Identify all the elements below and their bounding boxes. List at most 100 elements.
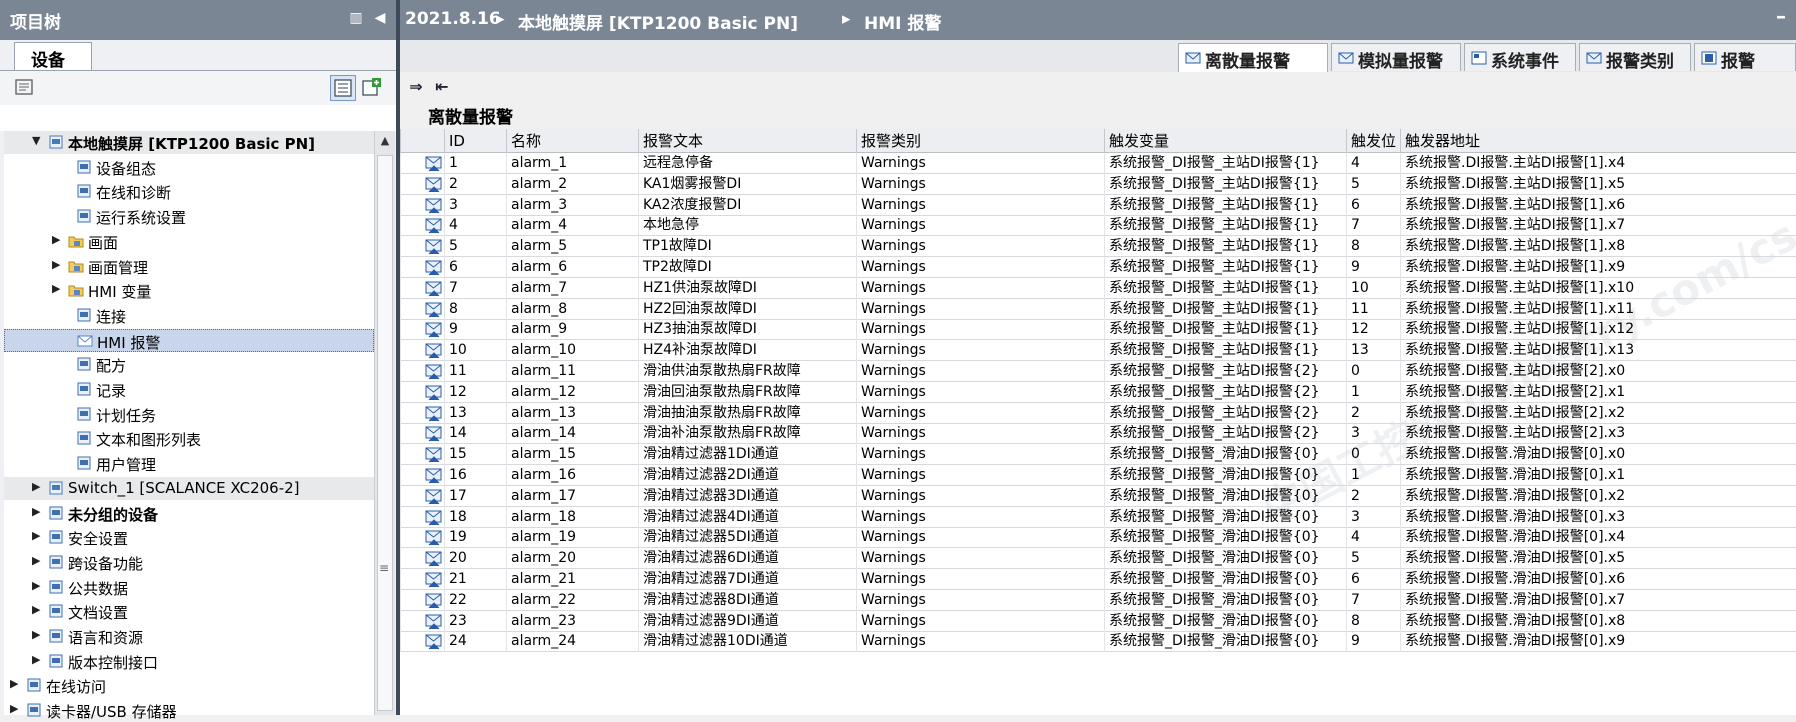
name-cell[interactable]: alarm_20 — [506, 548, 638, 570]
alarm-class-cell[interactable]: Warnings — [856, 298, 1104, 320]
row-selector[interactable] — [400, 610, 444, 632]
trigger-bit-cell[interactable]: 6 — [1346, 194, 1400, 216]
alarm-class-cell[interactable]: Warnings — [856, 569, 1104, 590]
row-selector[interactable] — [400, 381, 444, 403]
row-selector[interactable] — [400, 257, 444, 278]
trigger-address-cell[interactable]: 系统报警.DI报警.滑油DI报警[0].x0 — [1400, 444, 1796, 466]
alarm-class-cell[interactable]: Warnings — [856, 485, 1104, 507]
tree-item[interactable]: ▶ 安全设置 — [4, 526, 374, 549]
alarm-text-cell[interactable]: 滑油精过滤器5DI通道 — [638, 527, 856, 549]
alarm-class-cell[interactable]: Warnings — [856, 589, 1104, 611]
alarm-class-cell[interactable]: Warnings — [856, 257, 1104, 278]
collapsed-arrow-icon[interactable]: ▶ — [32, 628, 44, 641]
trigger-tag-cell[interactable]: 系统报警_DI报警_滑油DI报警{0} — [1104, 589, 1346, 611]
add-new-icon[interactable] — [360, 75, 384, 99]
breadcrumb-project[interactable]: 2021.8.16 — [405, 9, 501, 29]
table-row[interactable]: 16 alarm_16 滑油精过滤器2DI通道 Warnings 系统报警_DI报警_滑… — [400, 465, 1796, 486]
tree-item[interactable]: ▶ 在线访问 — [4, 674, 374, 697]
id-cell[interactable]: 19 — [444, 527, 506, 549]
trigger-tag-cell[interactable]: 系统报警_DI报警_滑油DI报警{0} — [1104, 465, 1346, 486]
tree-item[interactable]: 配方 — [4, 353, 374, 376]
trigger-address-cell[interactable]: 系统报警.DI报警.滑油DI报警[0].x3 — [1400, 506, 1796, 528]
alarm-class-cell[interactable]: Warnings — [856, 319, 1104, 341]
trigger-address-cell[interactable]: 系统报警.DI报警.滑油DI报警[0].x4 — [1400, 527, 1796, 549]
alarm-class-cell[interactable]: Warnings — [856, 610, 1104, 632]
table-row[interactable]: 21 alarm_21 滑油精过滤器7DI通道 Warnings 系统报警_DI报警_滑… — [400, 569, 1796, 590]
trigger-address-cell[interactable]: 系统报警.DI报警.主站DI报警[1].x7 — [1400, 215, 1796, 237]
tree-item[interactable]: 运行系统设置 — [4, 205, 374, 228]
id-cell[interactable]: 12 — [444, 381, 506, 403]
trigger-bit-cell[interactable]: 6 — [1346, 569, 1400, 590]
tab-analog-alarms[interactable]: 模拟量报警 — [1331, 43, 1461, 72]
tree-item[interactable]: ▶ 语言和资源 — [4, 625, 374, 648]
row-selector[interactable] — [400, 340, 444, 362]
tree-item[interactable]: 计划任务 — [4, 403, 374, 426]
id-cell[interactable]: 16 — [444, 465, 506, 486]
trigger-tag-cell[interactable]: 系统报警_DI报警_滑油DI报警{0} — [1104, 631, 1346, 653]
alarm-class-cell[interactable]: Warnings — [856, 173, 1104, 195]
table-row[interactable]: 23 alarm_23 滑油精过滤器9DI通道 Warnings 系统报警_DI报警_滑… — [400, 610, 1796, 632]
trigger-address-cell[interactable]: 系统报警.DI报警.主站DI报警[2].x0 — [1400, 361, 1796, 382]
alarm-text-cell[interactable]: HZ1供油泵故障DI — [638, 277, 856, 299]
id-cell[interactable]: 2 — [444, 173, 506, 195]
trigger-tag-cell[interactable]: 系统报警_DI报警_主站DI报警{1} — [1104, 319, 1346, 341]
collapsed-arrow-icon[interactable]: ▶ — [32, 653, 44, 666]
id-cell[interactable]: 6 — [444, 257, 506, 278]
col-name-header[interactable]: 名称 — [506, 129, 638, 153]
row-selector[interactable] — [400, 319, 444, 341]
trigger-tag-cell[interactable]: 系统报警_DI报警_主站DI报警{2} — [1104, 381, 1346, 403]
row-selector[interactable] — [400, 402, 444, 424]
tab-system-events[interactable]: 系统事件 — [1464, 43, 1576, 72]
row-selector[interactable] — [400, 173, 444, 195]
trigger-tag-cell[interactable]: 系统报警_DI报警_滑油DI报警{0} — [1104, 485, 1346, 507]
alarm-text-cell[interactable]: 滑油抽油泵散热扇FR故障 — [638, 402, 856, 424]
alarm-class-cell[interactable]: Warnings — [856, 402, 1104, 424]
breadcrumb-device[interactable]: 本地触摸屏 [KTP1200 Basic PN] — [518, 9, 798, 34]
row-selector[interactable] — [400, 277, 444, 299]
row-selector[interactable] — [400, 506, 444, 528]
name-cell[interactable]: alarm_1 — [506, 153, 638, 174]
tree-item[interactable]: 设备组态 — [4, 156, 374, 179]
alarm-class-cell[interactable]: Warnings — [856, 194, 1104, 216]
row-selector[interactable] — [400, 569, 444, 590]
table-row[interactable]: 6 alarm_6 TP2故障DI Warnings 系统报警_DI报警_主站DI报警{… — [400, 257, 1796, 278]
id-cell[interactable]: 22 — [444, 589, 506, 611]
trigger-bit-cell[interactable]: 13 — [1346, 340, 1400, 362]
network-view-icon[interactable] — [12, 75, 36, 99]
trigger-tag-cell[interactable]: 系统报警_DI报警_滑油DI报警{0} — [1104, 610, 1346, 632]
id-cell[interactable]: 18 — [444, 506, 506, 528]
alarm-class-cell[interactable]: Warnings — [856, 423, 1104, 445]
trigger-address-cell[interactable]: 系统报警.DI报警.滑油DI报警[0].x7 — [1400, 589, 1796, 611]
alarm-class-cell[interactable]: Warnings — [856, 215, 1104, 237]
minimize-icon[interactable]: – — [1776, 4, 1786, 28]
id-cell[interactable]: 17 — [444, 485, 506, 507]
trigger-bit-cell[interactable]: 0 — [1346, 361, 1400, 382]
id-cell[interactable]: 1 — [444, 153, 506, 174]
collapsed-arrow-icon[interactable]: ▶ — [32, 579, 44, 592]
tree-item[interactable]: 连接 — [4, 304, 374, 327]
name-cell[interactable]: alarm_19 — [506, 527, 638, 549]
trigger-bit-cell[interactable]: 7 — [1346, 589, 1400, 611]
name-cell[interactable]: alarm_14 — [506, 423, 638, 445]
name-cell[interactable]: alarm_23 — [506, 610, 638, 632]
tab-devices[interactable]: 设备 — [14, 42, 92, 71]
trigger-address-cell[interactable]: 系统报警.DI报警.主站DI报警[1].x4 — [1400, 153, 1796, 174]
id-cell[interactable]: 21 — [444, 569, 506, 590]
trigger-tag-cell[interactable]: 系统报警_DI报警_主站DI报警{1} — [1104, 153, 1346, 174]
trigger-bit-cell[interactable]: 9 — [1346, 257, 1400, 278]
alarm-text-cell[interactable]: 滑油补油泵散热扇FR故障 — [638, 423, 856, 445]
trigger-address-cell[interactable]: 系统报警.DI报警.滑油DI报警[0].x1 — [1400, 465, 1796, 486]
table-row[interactable]: 4 alarm_4 本地急停 Warnings 系统报警_DI报警_主站DI报警{1} 7… — [400, 215, 1796, 237]
trigger-address-cell[interactable]: 系统报警.DI报警.滑油DI报警[0].x6 — [1400, 569, 1796, 590]
trigger-tag-cell[interactable]: 系统报警_DI报警_主站DI报警{1} — [1104, 340, 1346, 362]
trigger-bit-cell[interactable]: 5 — [1346, 548, 1400, 570]
tab-discrete-alarms[interactable]: 离散量报警 — [1178, 43, 1328, 73]
tree-item[interactable]: ▶ 跨设备功能 — [4, 551, 374, 574]
trigger-address-cell[interactable]: 系统报警.DI报警.滑油DI报警[0].x2 — [1400, 485, 1796, 507]
trigger-tag-cell[interactable]: 系统报警_DI报警_滑油DI报警{0} — [1104, 444, 1346, 466]
tree-item[interactable]: ▶ Switch_1 [SCALANCE XC206-2] — [4, 476, 374, 500]
col-alarm-class-header[interactable]: 报警类别 — [856, 129, 1104, 153]
trigger-tag-cell[interactable]: 系统报警_DI报警_主站DI报警{1} — [1104, 298, 1346, 320]
name-cell[interactable]: alarm_9 — [506, 319, 638, 341]
alarm-text-cell[interactable]: 滑油精过滤器2DI通道 — [638, 465, 856, 486]
